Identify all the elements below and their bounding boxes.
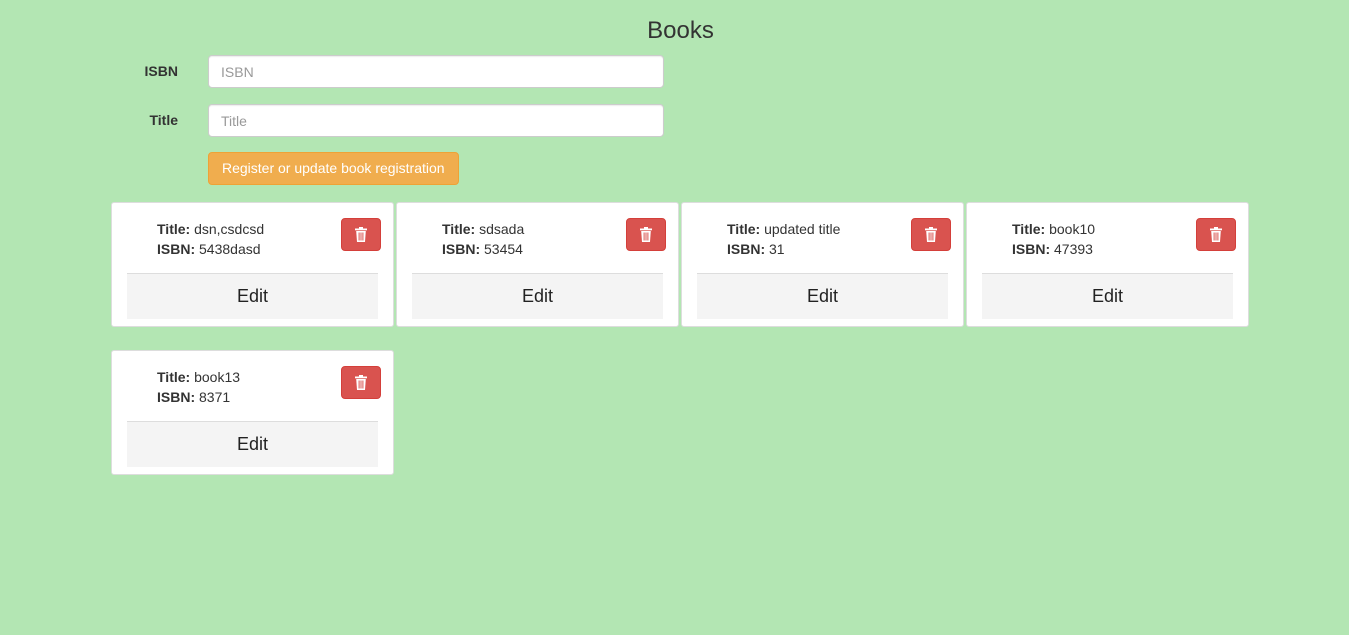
book-card: Title: sdsada ISBN: 53454 Edit — [396, 202, 679, 327]
trash-icon — [640, 227, 652, 242]
title-input[interactable] — [208, 104, 664, 137]
book-isbn: 31 — [769, 241, 785, 257]
edit-button[interactable]: Edit — [127, 274, 378, 319]
book-title-line: Title: book13 — [157, 367, 240, 387]
isbn-label: ISBN — [144, 63, 178, 79]
book-isbn-line: ISBN: 5438dasd — [157, 239, 264, 259]
book-title-label: Title: — [727, 221, 761, 237]
edit-button[interactable]: Edit — [697, 274, 948, 319]
book-isbn-line: ISBN: 31 — [727, 239, 840, 259]
book-isbn-line: ISBN: 53454 — [442, 239, 524, 259]
book-card: Title: updated title ISBN: 31 Edit — [681, 202, 964, 327]
edit-button[interactable]: Edit — [982, 274, 1233, 319]
book-title: book10 — [1049, 221, 1096, 237]
book-title-label: Title: — [157, 221, 191, 237]
book-title: book13 — [194, 369, 241, 385]
title-form-row: Title — [0, 104, 700, 137]
title-label: Title — [149, 112, 178, 128]
book-isbn-line: ISBN: 8371 — [157, 387, 240, 407]
book-info: Title: book10 ISBN: 47393 — [1012, 219, 1095, 259]
delete-button[interactable] — [1196, 218, 1236, 251]
book-title-line: Title: book10 — [1012, 219, 1095, 239]
delete-button[interactable] — [911, 218, 951, 251]
book-isbn-label: ISBN: — [727, 241, 766, 257]
book-isbn-label: ISBN: — [1012, 241, 1051, 257]
page-title: Books — [647, 17, 714, 44]
isbn-input[interactable] — [208, 55, 664, 88]
trash-icon — [925, 227, 937, 242]
delete-button[interactable] — [341, 366, 381, 399]
book-title-line: Title: updated title — [727, 219, 840, 239]
edit-button[interactable]: Edit — [127, 422, 378, 467]
book-info: Title: sdsada ISBN: 53454 — [442, 219, 524, 259]
edit-button[interactable]: Edit — [412, 274, 663, 319]
book-title-line: Title: dsn,csdcsd — [157, 219, 264, 239]
isbn-form-row: ISBN — [0, 55, 700, 88]
book-info: Title: book13 ISBN: 8371 — [157, 367, 240, 407]
book-isbn: 5438dasd — [199, 241, 261, 257]
book-isbn: 53454 — [484, 241, 523, 257]
book-title: dsn,csdcsd — [194, 221, 265, 237]
trash-icon — [1210, 227, 1222, 242]
book-title-label: Title: — [1012, 221, 1046, 237]
book-isbn: 8371 — [199, 389, 231, 405]
book-title-line: Title: sdsada — [442, 219, 524, 239]
book-title-label: Title: — [157, 369, 191, 385]
book-info: Title: updated title ISBN: 31 — [727, 219, 840, 259]
book-isbn-label: ISBN: — [157, 241, 196, 257]
book-isbn-label: ISBN: — [442, 241, 481, 257]
book-isbn-line: ISBN: 47393 — [1012, 239, 1095, 259]
delete-button[interactable] — [341, 218, 381, 251]
trash-icon — [355, 375, 367, 390]
trash-icon — [355, 227, 367, 242]
book-title: sdsada — [479, 221, 525, 237]
book-card: Title: dsn,csdcsd ISBN: 5438dasd Edit — [111, 202, 394, 327]
register-button[interactable]: Register or update book registration — [208, 152, 459, 185]
book-title-label: Title: — [442, 221, 476, 237]
delete-button[interactable] — [626, 218, 666, 251]
book-isbn: 47393 — [1054, 241, 1093, 257]
book-info: Title: dsn,csdcsd ISBN: 5438dasd — [157, 219, 264, 259]
book-title: updated title — [764, 221, 841, 237]
book-card: Title: book10 ISBN: 47393 Edit — [966, 202, 1249, 327]
book-isbn-label: ISBN: — [157, 389, 196, 405]
book-card: Title: book13 ISBN: 8371 Edit — [111, 350, 394, 475]
